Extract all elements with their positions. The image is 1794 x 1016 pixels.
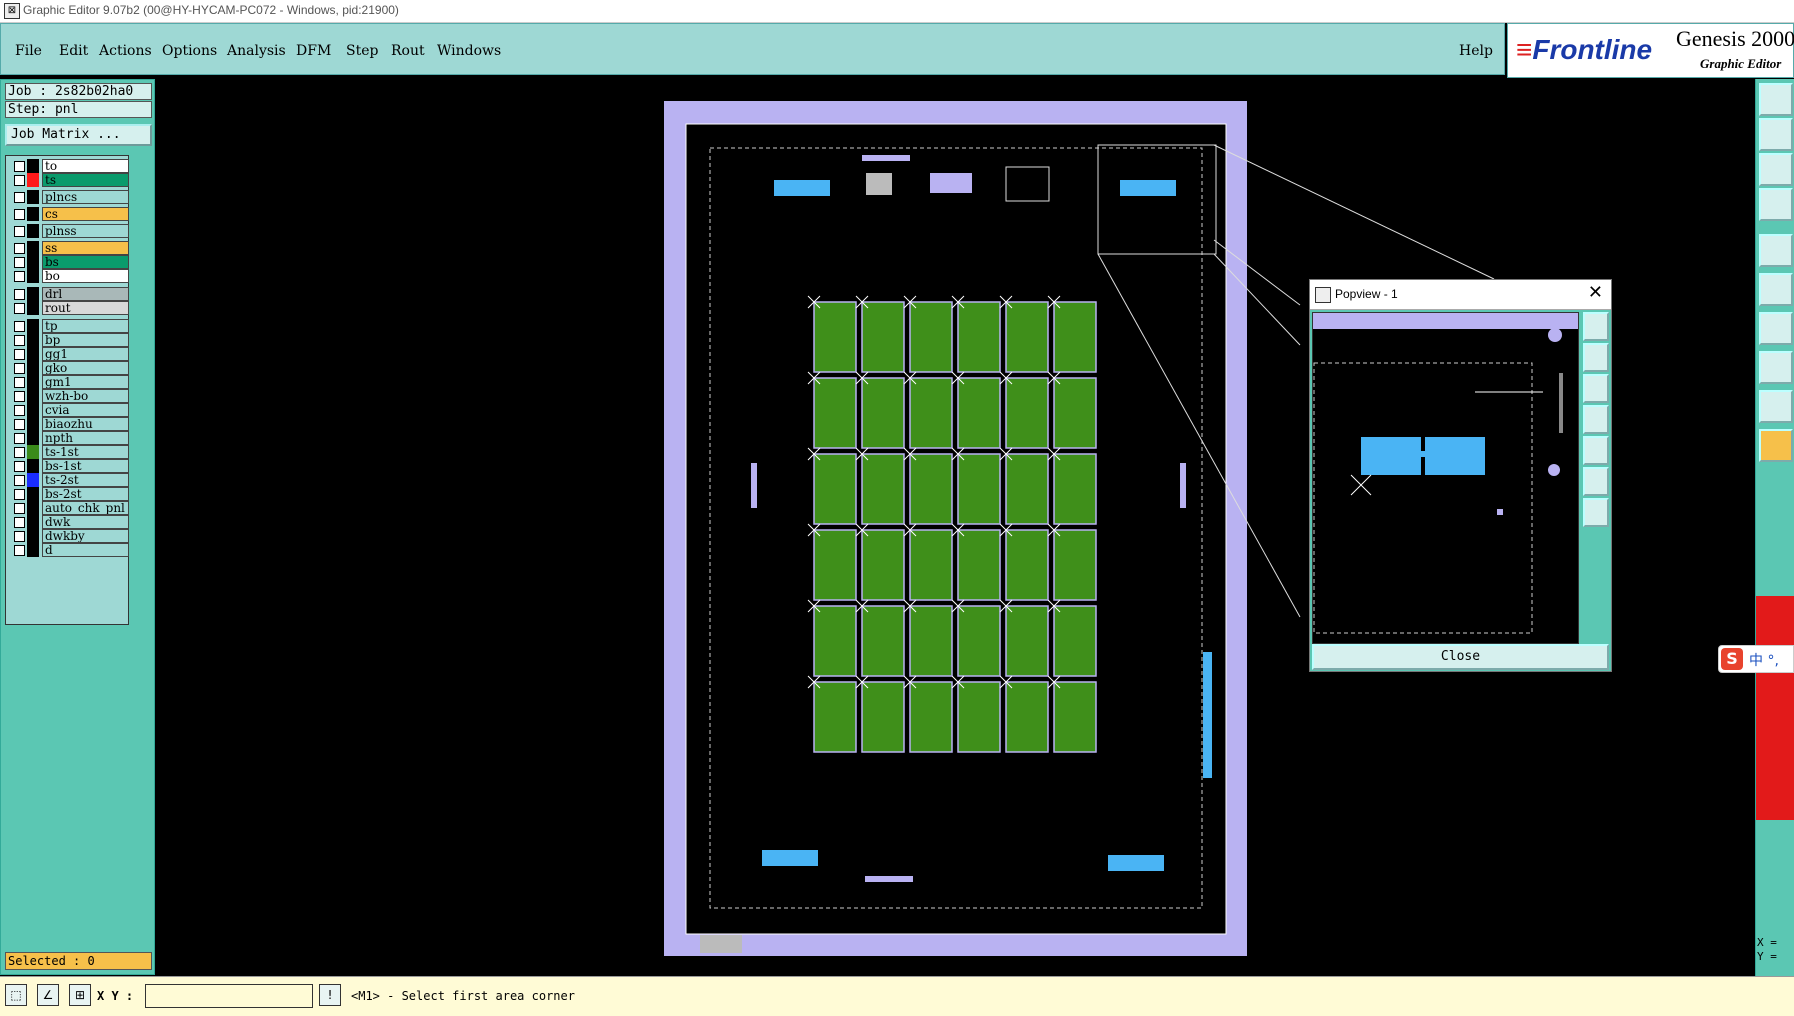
coord-readout: X = Y = xyxy=(1757,936,1777,964)
angle-button[interactable] xyxy=(1759,312,1793,345)
xy-input[interactable] xyxy=(145,984,313,1008)
pcb-unit xyxy=(1005,453,1049,525)
connect-button[interactable] xyxy=(1759,273,1793,306)
coord-x: X = xyxy=(1757,936,1777,949)
info-icon[interactable]: ! xyxy=(319,984,341,1006)
zoom-back-button[interactable] xyxy=(1759,118,1793,151)
popview-dialog: Popview - 1 ✕ Close xyxy=(1309,279,1612,672)
pcb-unit xyxy=(861,605,905,677)
pcb-unit xyxy=(1053,529,1097,601)
pcb-unit xyxy=(909,529,953,601)
popview-pan-down-button[interactable] xyxy=(1583,374,1609,403)
popview-titlebar: Popview - 1 ✕ xyxy=(1310,280,1611,310)
pcb-unit xyxy=(1005,301,1049,373)
ime-logo: S xyxy=(1721,648,1743,670)
popview-pan-left-button[interactable] xyxy=(1583,405,1609,434)
measure-button[interactable] xyxy=(1759,188,1793,221)
pcb-unit xyxy=(1053,377,1097,449)
popview-close-icon[interactable]: ✕ xyxy=(1588,282,1603,303)
pcb-unit xyxy=(957,453,1001,525)
zoom-home-button[interactable] xyxy=(1759,83,1793,116)
pcb-unit xyxy=(1053,453,1097,525)
zoom-fit-button[interactable] xyxy=(1759,153,1793,186)
pcb-unit xyxy=(813,377,857,449)
pcb-unit xyxy=(1005,529,1049,601)
popview-close-button[interactable]: Close xyxy=(1312,644,1609,670)
pcb-unit xyxy=(861,377,905,449)
pcb-unit xyxy=(957,529,1001,601)
pcb-unit xyxy=(957,605,1001,677)
angle-icon[interactable]: ∠ xyxy=(37,984,59,1006)
pcb-unit xyxy=(957,377,1001,449)
command-prompt: <M1> - Select first area corner xyxy=(351,989,575,1003)
grid-icon[interactable]: ⊞ xyxy=(69,984,91,1006)
popview-canvas[interactable] xyxy=(1312,312,1579,644)
pcb-unit xyxy=(1005,605,1049,677)
layer-tool-button[interactable] xyxy=(1759,351,1793,384)
right-toolbar xyxy=(1755,79,1794,976)
popview-leader-1 xyxy=(1213,144,1495,280)
pcb-unit xyxy=(909,377,953,449)
popview-zoom-fit-button[interactable] xyxy=(1583,312,1609,341)
popview-toolbar xyxy=(1580,312,1611,642)
pcb-unit xyxy=(909,301,953,373)
pcb-unit xyxy=(813,529,857,601)
status-bar: ⬚ ∠ ⊞ X Y : ! <M1> - Select first area c… xyxy=(0,976,1794,1016)
red-side-panel xyxy=(1756,596,1794,820)
pcb-unit xyxy=(909,605,953,677)
pcb-unit xyxy=(1053,605,1097,677)
pcb-unit xyxy=(861,453,905,525)
zoom-area-icon[interactable]: ⬚ xyxy=(5,984,27,1006)
pcb-unit xyxy=(957,301,1001,373)
popview-icon xyxy=(1315,287,1331,303)
pcb-unit xyxy=(813,681,857,753)
coord-y: Y = xyxy=(1757,950,1777,963)
pcb-unit xyxy=(813,453,857,525)
pcb-unit xyxy=(861,529,905,601)
pcb-unit xyxy=(813,301,857,373)
snap-button[interactable] xyxy=(1759,234,1793,267)
popview-title: Popview - 1 xyxy=(1335,287,1398,301)
pcb-unit xyxy=(909,453,953,525)
ime-mode: 中 °, xyxy=(1749,653,1779,669)
pcb-unit xyxy=(909,681,953,753)
pcb-unit xyxy=(957,681,1001,753)
pcb-unit xyxy=(1053,301,1097,373)
pcb-unit xyxy=(813,605,857,677)
popview-zoom-out-button[interactable] xyxy=(1583,498,1609,527)
panel-board xyxy=(685,123,1227,935)
pcb-unit xyxy=(861,301,905,373)
pcb-unit xyxy=(1005,681,1049,753)
xy-label: X Y : xyxy=(97,989,134,1003)
pcb-unit xyxy=(861,681,905,753)
ime-indicator[interactable]: S 中 °, xyxy=(1718,645,1794,673)
pcb-unit xyxy=(1053,681,1097,753)
feature-tool-button[interactable] xyxy=(1759,390,1793,423)
popview-pan-right-button[interactable] xyxy=(1583,436,1609,465)
popview-pan-up-button[interactable] xyxy=(1583,343,1609,372)
select-pointer-button[interactable] xyxy=(1759,429,1793,462)
pcb-unit xyxy=(1005,377,1049,449)
popview-zoom-in-button[interactable] xyxy=(1583,467,1609,496)
